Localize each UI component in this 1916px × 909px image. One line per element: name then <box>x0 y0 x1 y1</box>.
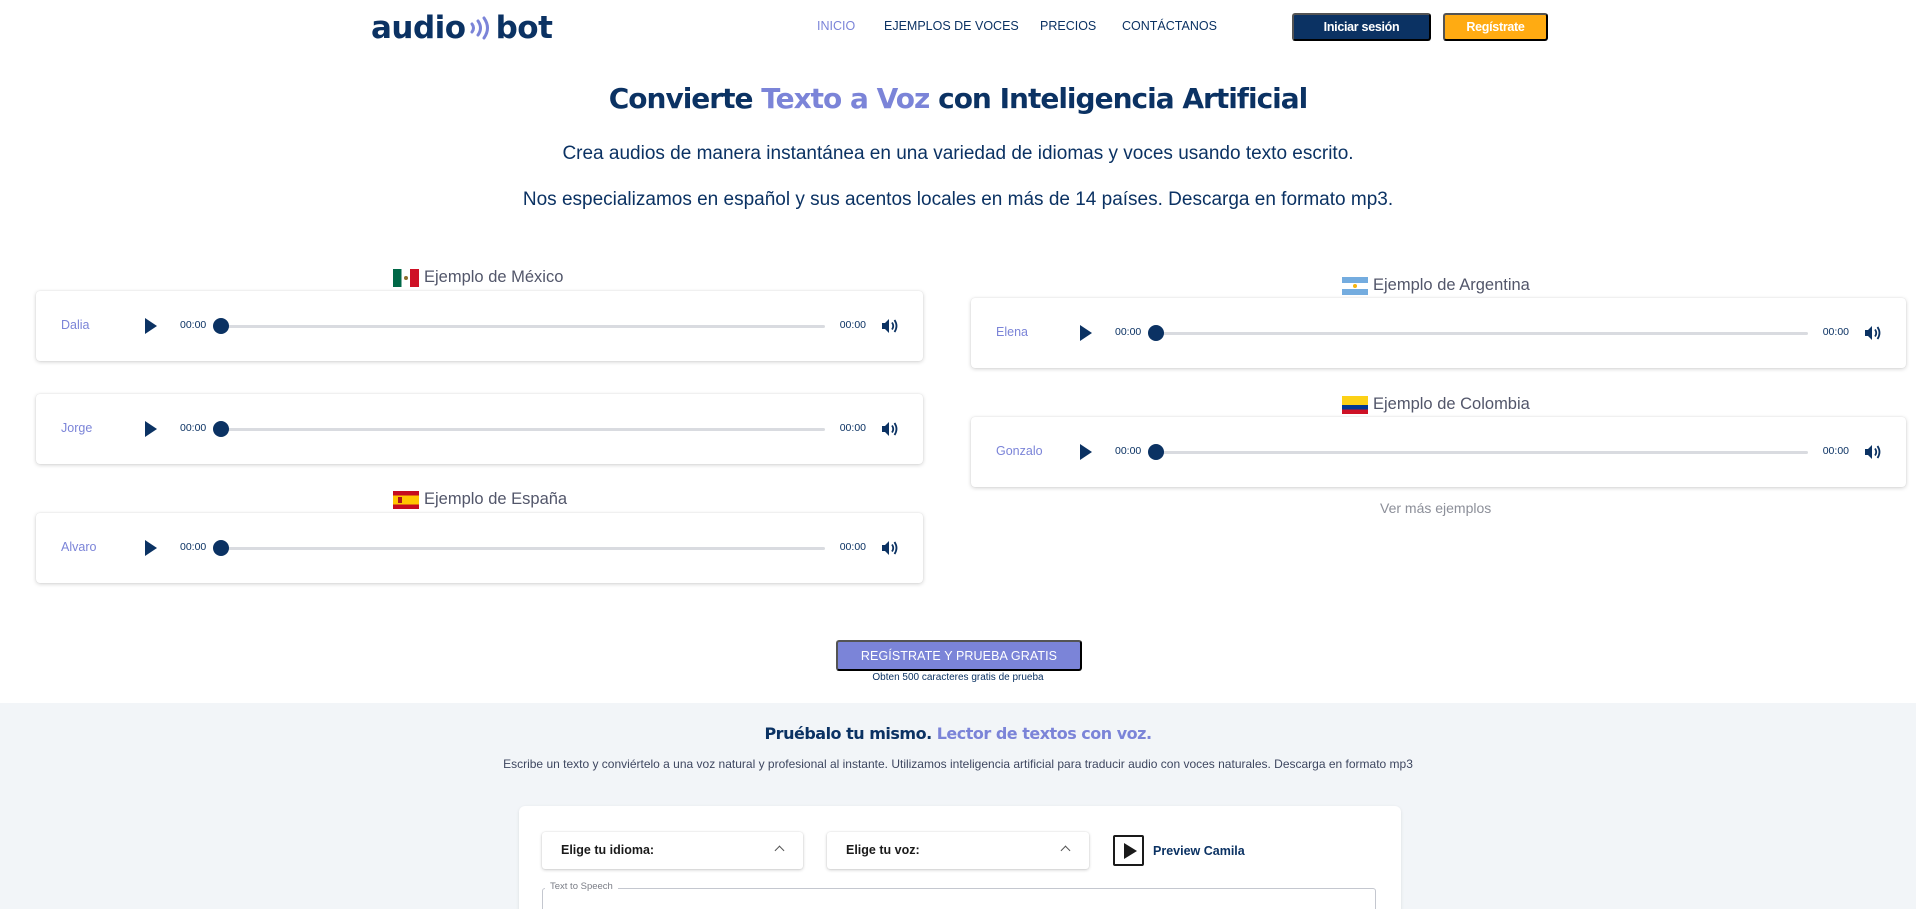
volume-icon[interactable] <box>881 540 899 556</box>
progress-knob[interactable] <box>1148 444 1164 460</box>
play-icon[interactable] <box>1080 325 1092 341</box>
play-icon[interactable] <box>145 540 157 556</box>
hero-subtitle-1: Crea audios de manera instantánea en una… <box>562 143 1354 164</box>
try-title-pre: Pruébalo tu mismo. <box>764 724 937 743</box>
volume-icon[interactable] <box>881 421 899 437</box>
try-title: Pruébalo tu mismo. Lector de textos con … <box>0 724 1916 743</box>
hero-title-pre: Convierte <box>608 82 762 115</box>
hero-title: Convierte Texto a Voz con Inteligencia A… <box>0 82 1916 115</box>
example-label-mexico: Ejemplo de México <box>393 268 563 287</box>
text-to-speech-input[interactable] <box>542 888 1376 909</box>
example-label-mexico-text: Ejemplo de México <box>424 268 564 286</box>
progress-knob[interactable] <box>1148 325 1164 341</box>
nav-precios[interactable]: PRECIOS <box>1040 19 1096 33</box>
volume-icon[interactable] <box>1864 444 1882 460</box>
chevron-up-icon <box>1060 845 1071 856</box>
language-select-label: Elige tu idioma: <box>561 843 655 857</box>
login-button[interactable]: Iniciar sesión <box>1292 13 1431 41</box>
example-label-spain-text: Ejemplo de España <box>424 490 568 508</box>
register-free-trial-button[interactable]: REGÍSTRATE Y PRUEBA GRATIS <box>836 640 1082 671</box>
current-time: 00:00 <box>180 422 207 434</box>
try-it-section: Pruébalo tu mismo. Lector de textos con … <box>0 703 1916 909</box>
free-characters-note: Obten 500 caracteres gratis de prueba <box>872 672 1044 683</box>
progress-track[interactable] <box>1156 332 1808 335</box>
current-time: 00:00 <box>180 541 207 553</box>
duration: 00:00 <box>1822 326 1849 338</box>
chevron-up-icon <box>774 845 785 856</box>
play-icon[interactable] <box>1113 835 1144 866</box>
progress-knob[interactable] <box>213 318 229 334</box>
volume-icon[interactable] <box>1864 325 1882 341</box>
audio-player-elena: Elena 00:00 00:00 <box>971 298 1906 368</box>
progress-track[interactable] <box>221 547 825 550</box>
preview-label: Preview Camila <box>1153 843 1245 858</box>
try-description: Escribe un texto y conviértelo a una voz… <box>503 757 1413 771</box>
colombia-flag-icon <box>1342 395 1368 414</box>
nav-contactanos[interactable]: CONTÁCTANOS <box>1122 19 1217 33</box>
nav-inicio[interactable]: INICIO <box>817 19 855 33</box>
play-icon[interactable] <box>1080 444 1092 460</box>
progress-knob[interactable] <box>213 421 229 437</box>
try-title-accent: Lector de textos con voz. <box>936 724 1152 743</box>
text-to-speech-legend: Text to Speech <box>545 881 618 892</box>
duration: 00:00 <box>1822 445 1849 457</box>
current-time: 00:00 <box>1115 445 1142 457</box>
play-icon[interactable] <box>145 318 157 334</box>
audio-player-alvaro: Alvaro 00:00 00:00 <box>36 513 923 583</box>
current-time: 00:00 <box>1115 326 1142 338</box>
audio-player-dalia: Dalia 00:00 00:00 <box>36 291 923 361</box>
current-time: 00:00 <box>180 319 207 331</box>
audio-player-gonzalo: Gonzalo 00:00 00:00 <box>971 417 1906 487</box>
example-label-colombia: Ejemplo de Colombia <box>1342 395 1530 414</box>
site-header: audio bot INICIO EJEMPLOS DE VOCES PRECI… <box>0 0 1916 56</box>
language-select[interactable]: Elige tu idioma: <box>542 832 803 869</box>
example-label-colombia-text: Ejemplo de Colombia <box>1373 395 1530 413</box>
progress-track[interactable] <box>221 428 825 431</box>
more-examples-link[interactable]: Ver más ejemplos <box>1380 500 1491 516</box>
volume-icon[interactable] <box>881 318 899 334</box>
example-label-argentina-text: Ejemplo de Argentina <box>1373 276 1530 294</box>
duration: 00:00 <box>839 422 866 434</box>
duration: 00:00 <box>839 541 866 553</box>
audio-player-jorge: Jorge 00:00 00:00 <box>36 394 923 464</box>
progress-knob[interactable] <box>213 540 229 556</box>
preview-voice-button[interactable]: Preview Camila <box>1113 835 1245 866</box>
progress-track[interactable] <box>221 325 825 328</box>
mexico-flag-icon <box>393 268 419 287</box>
play-icon[interactable] <box>145 421 157 437</box>
register-button[interactable]: Regístrate <box>1443 13 1548 41</box>
voice-name: Elena <box>996 325 1028 339</box>
duration: 00:00 <box>839 319 866 331</box>
hero-title-accent: Texto a Voz <box>761 82 930 115</box>
voice-select-label: Elige tu voz: <box>846 843 920 857</box>
voice-name: Gonzalo <box>996 444 1043 458</box>
tts-card: Elige tu idioma: Elige tu voz: Preview C… <box>519 806 1401 909</box>
voice-name: Alvaro <box>61 540 97 554</box>
voice-select[interactable]: Elige tu voz: <box>827 832 1089 869</box>
main-nav: INICIO EJEMPLOS DE VOCES PRECIOS CONTÁCT… <box>0 19 1916 39</box>
spain-flag-icon <box>393 490 419 509</box>
progress-track[interactable] <box>1156 451 1808 454</box>
voice-name: Jorge <box>61 421 93 435</box>
hero-title-post: con Inteligencia Artificial <box>929 82 1308 115</box>
example-label-argentina: Ejemplo de Argentina <box>1342 276 1530 295</box>
nav-ejemplos-de-voces[interactable]: EJEMPLOS DE VOCES <box>884 19 1019 33</box>
voice-name: Dalia <box>61 318 90 332</box>
example-label-spain: Ejemplo de España <box>393 490 567 509</box>
hero-subtitle-2: Nos especializamos en español y sus acen… <box>522 189 1394 210</box>
argentina-flag-icon <box>1342 276 1368 295</box>
